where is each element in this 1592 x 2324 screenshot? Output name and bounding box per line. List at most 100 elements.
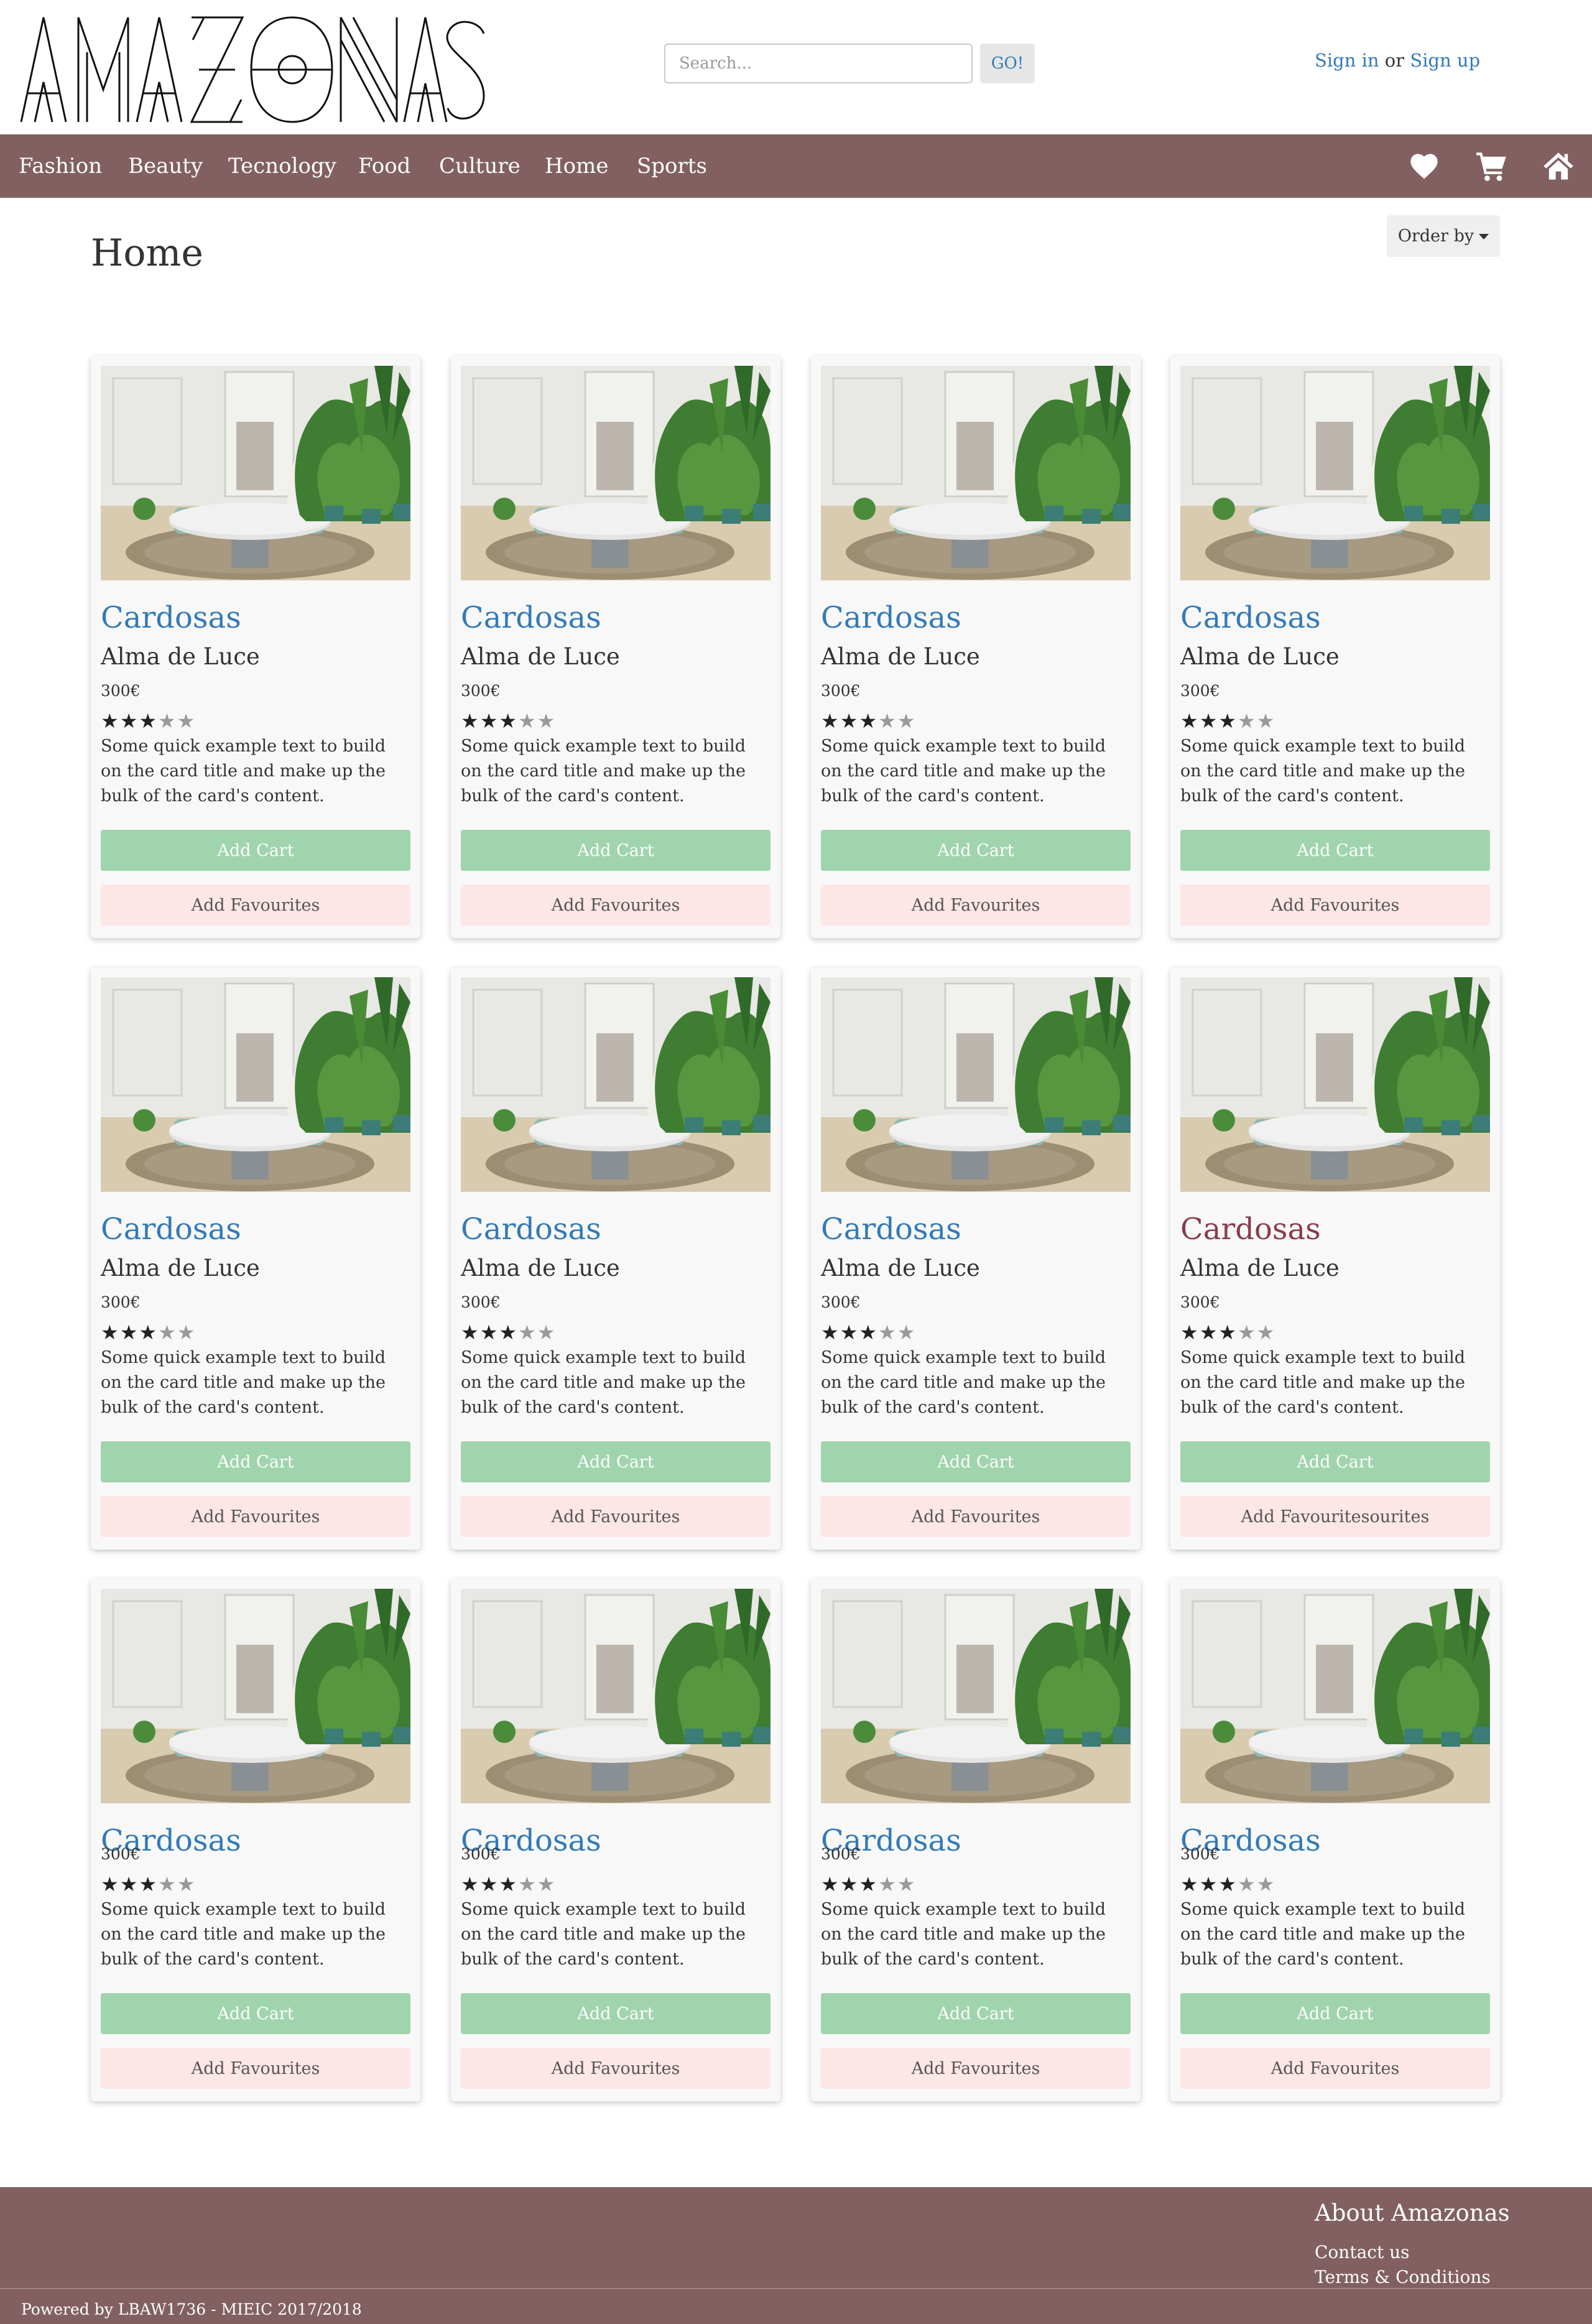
add-cart-button[interactable]: Add Cart (1180, 1993, 1490, 2034)
add-favourites-button[interactable]: Add Favourites (821, 1496, 1131, 1537)
sign-up-link[interactable]: Sign up (1410, 50, 1480, 71)
product-image[interactable] (101, 366, 410, 580)
add-cart-button[interactable]: Add Cart (461, 1441, 771, 1482)
star-filled-icon: ★ (101, 1872, 119, 1896)
add-cart-button[interactable]: Add Cart (101, 1441, 410, 1482)
star-filled-icon: ★ (119, 709, 138, 733)
product-title[interactable]: Cardosas (1180, 600, 1321, 635)
product-subtitle: Alma de Luce (821, 1255, 980, 1281)
star-empty-icon: ★ (177, 1321, 195, 1344)
add-favourites-button[interactable]: Add Favourites (1180, 2048, 1490, 2089)
product-rating: ★★★★★ (101, 709, 196, 733)
product-image[interactable] (821, 1589, 1131, 1803)
product-image[interactable] (101, 1589, 410, 1803)
star-filled-icon: ★ (499, 709, 517, 733)
star-filled-icon: ★ (479, 1321, 498, 1344)
star-filled-icon: ★ (1218, 709, 1237, 733)
product-image[interactable] (101, 977, 410, 1192)
star-filled-icon: ★ (840, 1872, 858, 1896)
star-empty-icon: ★ (537, 1872, 555, 1896)
star-empty-icon: ★ (537, 1321, 555, 1344)
cart-icon[interactable] (1475, 150, 1507, 182)
add-favourites-button[interactable]: Add Favouritesourites (1180, 1496, 1490, 1537)
product-image[interactable] (461, 366, 771, 580)
product-title[interactable]: Cardosas (101, 1212, 241, 1247)
nav-item-culture[interactable]: Culture (439, 134, 521, 198)
product-image[interactable] (1180, 1589, 1490, 1803)
star-filled-icon: ★ (101, 1321, 119, 1344)
star-filled-icon: ★ (1180, 1872, 1198, 1896)
nav-item-tecnology[interactable]: Tecnology (228, 134, 336, 198)
product-title[interactable]: Cardosas (101, 600, 241, 635)
product-description: Some quick example text to build on the … (101, 1348, 386, 1417)
product-description: Some quick example text to build on the … (1180, 1900, 1466, 1969)
star-empty-icon: ★ (897, 1872, 915, 1896)
add-cart-button[interactable]: Add Cart (1180, 830, 1490, 871)
star-empty-icon: ★ (1238, 1872, 1256, 1896)
add-cart-button[interactable]: Add Cart (821, 830, 1131, 871)
product-description: Some quick example text to build on the … (461, 1348, 746, 1417)
add-cart-button[interactable]: Add Cart (101, 830, 410, 871)
auth-links: Sign in or Sign up (1315, 50, 1480, 71)
product-rating: ★★★★★ (821, 1872, 916, 1896)
product-price: 300€ (461, 682, 501, 700)
home-icon[interactable] (1542, 150, 1575, 182)
sign-in-link[interactable]: Sign in (1315, 50, 1379, 71)
add-favourites-button[interactable]: Add Favourites (101, 1496, 410, 1537)
product-image[interactable] (461, 977, 771, 1192)
add-cart-button[interactable]: Add Cart (821, 1993, 1131, 2034)
star-filled-icon: ★ (461, 709, 479, 733)
search-go-button[interactable]: GO! (980, 44, 1035, 83)
star-empty-icon: ★ (897, 709, 915, 733)
nav-item-food[interactable]: Food (358, 134, 410, 198)
product-image[interactable] (1180, 366, 1490, 580)
star-empty-icon: ★ (177, 1872, 195, 1896)
search-input[interactable] (664, 44, 973, 83)
product-image[interactable] (821, 366, 1131, 580)
heart-icon[interactable] (1408, 150, 1440, 182)
order-by-dropdown[interactable]: Order by (1387, 215, 1500, 257)
product-title[interactable]: Cardosas (461, 1212, 601, 1247)
product-image[interactable] (1180, 977, 1490, 1192)
add-favourites-button[interactable]: Add Favourites (1180, 885, 1490, 926)
star-filled-icon: ★ (859, 1321, 877, 1344)
add-favourites-button[interactable]: Add Favourites (821, 885, 1131, 926)
star-filled-icon: ★ (101, 709, 119, 733)
footer-link-terms[interactable]: Terms & Conditions (1315, 2267, 1491, 2287)
nav-item-sports[interactable]: Sports (637, 134, 707, 198)
product-rating: ★★★★★ (1180, 709, 1275, 733)
product-title[interactable]: Cardosas (821, 600, 961, 635)
product-rating: ★★★★★ (461, 1872, 556, 1896)
star-filled-icon: ★ (461, 1872, 479, 1896)
add-cart-button[interactable]: Add Cart (821, 1441, 1131, 1482)
product-image[interactable] (461, 1589, 771, 1803)
product-title[interactable]: Cardosas (1180, 1212, 1321, 1247)
add-cart-button[interactable]: Add Cart (1180, 1441, 1490, 1482)
product-rating: ★★★★★ (101, 1321, 196, 1344)
star-empty-icon: ★ (518, 1321, 536, 1344)
nav-item-home[interactable]: Home (545, 134, 608, 198)
product-card: Cardosas Alma de Luce 300€ ★★★★★ Some qu… (91, 356, 420, 938)
product-title[interactable]: Cardosas (461, 600, 601, 635)
add-cart-button[interactable]: Add Cart (461, 830, 771, 871)
nav-item-beauty[interactable]: Beauty (128, 134, 203, 198)
star-empty-icon: ★ (537, 709, 555, 733)
product-title[interactable]: Cardosas (821, 1212, 961, 1247)
add-cart-button[interactable]: Add Cart (101, 1993, 410, 2034)
footer-link-contact[interactable]: Contact us (1315, 2242, 1410, 2262)
star-filled-icon: ★ (1199, 1321, 1218, 1344)
add-favourites-button[interactable]: Add Favourites (461, 885, 771, 926)
add-cart-button[interactable]: Add Cart (461, 1993, 771, 2034)
product-image[interactable] (821, 977, 1131, 1192)
add-favourites-button[interactable]: Add Favourites (461, 1496, 771, 1537)
nav-item-fashion[interactable]: Fashion (19, 134, 102, 198)
star-filled-icon: ★ (139, 1321, 157, 1344)
order-by-label: Order by (1397, 226, 1474, 246)
add-favourites-button[interactable]: Add Favourites (821, 2048, 1131, 2089)
add-favourites-button[interactable]: Add Favourites (101, 885, 410, 926)
amazonas-logo[interactable] (19, 15, 486, 124)
add-favourites-button[interactable]: Add Favourites (461, 2048, 771, 2089)
add-favourites-button[interactable]: Add Favourites (101, 2048, 410, 2089)
footer-divider (0, 2288, 1592, 2289)
star-filled-icon: ★ (479, 709, 498, 733)
